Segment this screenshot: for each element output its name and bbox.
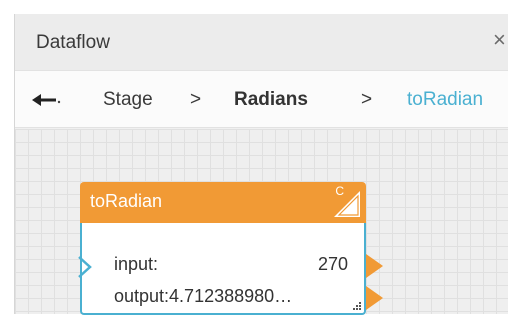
breadcrumb: Stage > Radians > toRadian xyxy=(15,70,508,128)
input-port-connector[interactable] xyxy=(77,255,93,279)
window-title: Dataflow xyxy=(36,32,110,53)
breadcrumb-item-radians[interactable]: Radians xyxy=(234,89,308,111)
node-title: toRadian xyxy=(90,191,163,211)
arrow-left-icon[interactable] xyxy=(32,90,62,110)
breadcrumb-item-stage[interactable]: Stage xyxy=(103,89,153,111)
dataflow-window: Dataflow × Stage > Radians > toRadian to… xyxy=(14,14,508,315)
graph-canvas[interactable]: toRadian C input: 270 output:4.712388980… xyxy=(15,129,508,315)
close-icon[interactable]: × xyxy=(493,29,508,51)
breadcrumb-separator: > xyxy=(190,89,202,110)
input-port-label: input: xyxy=(114,254,159,274)
breadcrumb-separator: > xyxy=(361,89,373,110)
output-port-row: output:4.712388980… xyxy=(80,282,383,312)
breadcrumb-item-current[interactable]: toRadian xyxy=(407,89,483,111)
output-port-label: output:4.712388980… xyxy=(114,286,293,306)
input-passthrough-connector[interactable] xyxy=(364,253,384,279)
node-corner-icon xyxy=(334,191,360,217)
input-port-value[interactable]: 270 xyxy=(318,254,348,275)
title-bar: Dataflow × xyxy=(15,14,508,70)
resize-handle-icon[interactable] xyxy=(350,299,362,311)
node-header[interactable]: toRadian C xyxy=(80,182,366,223)
output-port-connector[interactable] xyxy=(364,285,384,311)
input-port-row: input: 270 xyxy=(77,250,383,280)
node-toradian[interactable]: toRadian C input: 270 output:4.712388980… xyxy=(77,182,383,315)
